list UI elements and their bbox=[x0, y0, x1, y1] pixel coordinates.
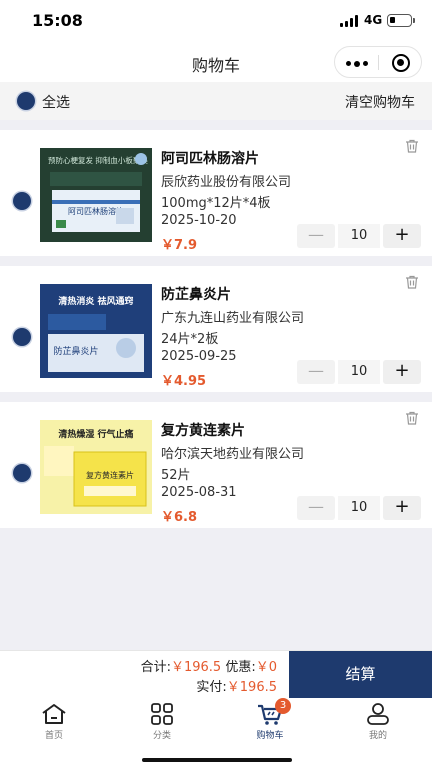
tab-category[interactable]: 分类 bbox=[132, 702, 192, 742]
paid-label: 实付: bbox=[196, 680, 227, 695]
product-box-image: 清热燥湿 行气止痛 复方黄连素片 bbox=[40, 420, 152, 514]
item-price: ￥6.8 bbox=[161, 510, 198, 525]
item-spec: 24片*2板 bbox=[161, 332, 219, 347]
item-select-radio[interactable] bbox=[13, 192, 31, 210]
user-icon bbox=[367, 703, 389, 725]
tab-cart[interactable]: 3 购物车 bbox=[240, 698, 300, 742]
quantity-stepper: — 10 + bbox=[297, 496, 421, 520]
close-target-icon[interactable] bbox=[392, 54, 410, 72]
product-box-image: 预防心梗复发 抑制血小板聚集 阿司匹林肠溶片 bbox=[40, 148, 152, 242]
cart-item: 清热消炎 祛风通窍 防芷鼻炎片 防芷鼻炎片 广东九连山药业有限公司 24片*2板… bbox=[0, 266, 432, 392]
total-label: 合计: bbox=[140, 660, 171, 675]
quantity-stepper: — 10 + bbox=[297, 360, 421, 384]
item-spec: 52片 bbox=[161, 468, 191, 483]
status-time: 15:08 bbox=[32, 11, 83, 30]
battery-icon bbox=[387, 14, 415, 27]
product-box-image: 清热消炎 祛风通窍 防芷鼻炎片 bbox=[40, 284, 152, 378]
quantity-value[interactable]: 10 bbox=[338, 224, 380, 248]
select-all-radio[interactable] bbox=[17, 92, 35, 110]
item-date: 2025-10-20 bbox=[161, 213, 237, 228]
cart-badge: 3 bbox=[275, 698, 291, 714]
product-image[interactable]: 预防心梗复发 抑制血小板聚集 阿司匹林肠溶片 bbox=[40, 148, 152, 242]
tab-label: 分类 bbox=[152, 731, 171, 741]
item-manufacturer: 哈尔滨天地药业有限公司 bbox=[161, 447, 305, 462]
box-banner-text: 清热燥湿 行气止痛 bbox=[58, 428, 133, 440]
increase-button[interactable]: + bbox=[383, 496, 421, 520]
paid-summary: 实付:￥196.5 bbox=[196, 676, 277, 695]
clear-cart-button[interactable]: 清空购物车 bbox=[345, 92, 415, 112]
item-manufacturer: 辰欣药业股份有限公司 bbox=[161, 175, 292, 190]
box-banner-text: 预防心梗复发 抑制血小板聚集 bbox=[48, 155, 148, 165]
total-value: ￥196.5 bbox=[170, 660, 222, 675]
checkout-bar: 合计:￥196.5 优惠:￥0 实付:￥196.5 结算 bbox=[0, 650, 432, 699]
capsule-divider bbox=[378, 55, 379, 70]
decrease-button[interactable]: — bbox=[297, 360, 335, 384]
tab-home[interactable]: 首页 bbox=[24, 702, 84, 742]
item-price: ￥4.95 bbox=[161, 374, 207, 389]
item-manufacturer: 广东九连山药业有限公司 bbox=[161, 311, 305, 326]
home-indicator bbox=[142, 758, 292, 762]
increase-button[interactable]: + bbox=[383, 360, 421, 384]
tab-label: 我的 bbox=[368, 731, 387, 741]
quantity-value[interactable]: 10 bbox=[338, 360, 380, 384]
signal-icon bbox=[340, 15, 360, 27]
item-price: ￥7.9 bbox=[161, 238, 198, 253]
item-spec: 100mg*12片*4板 bbox=[161, 196, 271, 211]
item-date: 2025-08-31 bbox=[161, 485, 237, 500]
discount-value: ￥0 bbox=[255, 660, 277, 675]
product-image[interactable]: 清热消炎 祛风通窍 防芷鼻炎片 bbox=[40, 284, 152, 378]
select-bar: 全选 清空购物车 bbox=[0, 82, 432, 120]
trash-icon[interactable] bbox=[404, 410, 420, 426]
item-name[interactable]: 防芷鼻炎片 bbox=[161, 284, 231, 304]
item-name[interactable]: 阿司匹林肠溶片 bbox=[161, 148, 259, 168]
mini-program-capsule bbox=[334, 46, 422, 78]
box-product-text: 复方黄连素片 bbox=[86, 470, 134, 480]
box-product-text: 防芷鼻炎片 bbox=[53, 345, 98, 357]
item-select-radio[interactable] bbox=[13, 328, 31, 346]
tab-mine[interactable]: 我的 bbox=[348, 702, 408, 742]
box-banner-text: 清热消炎 祛风通窍 bbox=[58, 295, 133, 307]
box-product-text: 阿司匹林肠溶片 bbox=[68, 206, 124, 216]
quantity-value[interactable]: 10 bbox=[338, 496, 380, 520]
quantity-stepper: — 10 + bbox=[297, 224, 421, 248]
status-bar: 15:08 4G bbox=[0, 0, 432, 42]
increase-button[interactable]: + bbox=[383, 224, 421, 248]
item-name[interactable]: 复方黄连素片 bbox=[161, 420, 245, 440]
cart-item: 预防心梗复发 抑制血小板聚集 阿司匹林肠溶片 阿司匹林肠溶片 辰欣药业股份有限公… bbox=[0, 130, 432, 256]
tab-label: 首页 bbox=[44, 731, 63, 741]
checkout-button[interactable]: 结算 bbox=[289, 651, 432, 699]
home-icon bbox=[42, 704, 66, 724]
grid-icon bbox=[151, 703, 173, 725]
trash-icon[interactable] bbox=[404, 274, 420, 290]
more-icon[interactable] bbox=[346, 60, 368, 67]
trash-icon[interactable] bbox=[404, 138, 420, 154]
select-all-label[interactable]: 全选 bbox=[42, 92, 70, 112]
tab-label: 购物车 bbox=[256, 731, 284, 741]
decrease-button[interactable]: — bbox=[297, 496, 335, 520]
product-image[interactable]: 清热燥湿 行气止痛 复方黄连素片 bbox=[40, 420, 152, 514]
decrease-button[interactable]: — bbox=[297, 224, 335, 248]
cart-item: 清热燥湿 行气止痛 复方黄连素片 复方黄连素片 哈尔滨天地药业有限公司 52片 … bbox=[0, 402, 432, 528]
nav-bar: 购物车 bbox=[0, 42, 432, 82]
paid-value: ￥196.5 bbox=[226, 680, 277, 695]
item-date: 2025-09-25 bbox=[161, 349, 237, 364]
discount-label: 优惠: bbox=[225, 660, 256, 675]
item-select-radio[interactable] bbox=[13, 464, 31, 482]
total-summary: 合计:￥196.5 优惠:￥0 bbox=[141, 656, 277, 675]
network-type: 4G bbox=[364, 13, 383, 27]
